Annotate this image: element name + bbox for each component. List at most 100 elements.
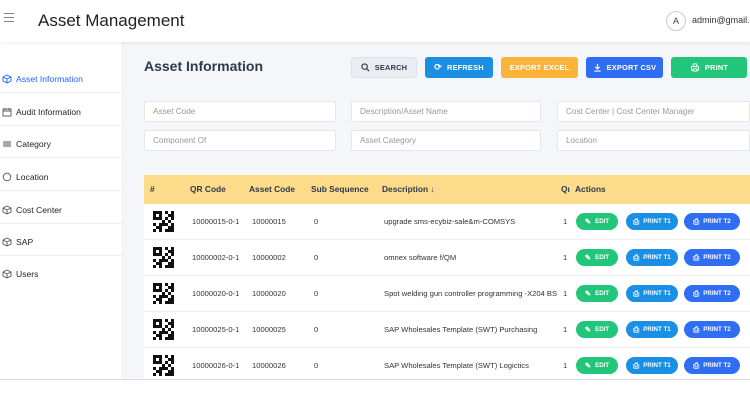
sidebar: Asset Information Audit Information Cate… — [0, 42, 123, 380]
sidebar-item-sap[interactable]: SAP — [0, 230, 123, 254]
sidebar-item-audit-information[interactable]: Audit Information — [0, 100, 123, 124]
printer-icon: ⎙ — [633, 216, 640, 226]
print-t1-button[interactable]: ⎙ PRINT T1 — [626, 285, 678, 302]
main-content: Asset Information SEARCH ⟳ REFRESH EXPOR… — [123, 42, 750, 380]
printer-icon — [690, 63, 699, 72]
column-header-qty[interactable]: Qı — [561, 184, 570, 194]
table-header: # QR Code Asset Code Sub Sequence Descri… — [144, 175, 750, 204]
print-button[interactable]: PRINT — [671, 57, 747, 78]
table-row: 10000020-0-1 10000020 0 Spot welding gun co… — [144, 276, 750, 312]
sidebar-divider — [0, 190, 123, 191]
cell-sub-sequence: 0 — [314, 289, 319, 298]
menu-icon[interactable] — [4, 13, 16, 27]
cube-icon — [2, 74, 12, 84]
column-header-qr-code[interactable]: QR Code — [190, 184, 226, 194]
cell-description: SAP Wholesales Template (SWT) Logictics — [384, 361, 529, 370]
top-bar: Asset Management A admin@gmail.co — [0, 0, 750, 42]
sidebar-item-label: Audit Information — [16, 107, 81, 117]
cell-qr-code: 10000015-0-1 — [192, 217, 240, 226]
print-button-label: PRINT — [704, 63, 729, 72]
cell-qty: 1 — [563, 325, 568, 334]
print-t1-button[interactable]: ⎙ PRINT T1 — [626, 357, 678, 374]
edit-button[interactable]: ✎ EDIT — [576, 321, 618, 338]
cell-qty: 1 — [563, 289, 568, 298]
print-t2-button[interactable]: ⎙ PRINT T2 — [684, 213, 740, 230]
sidebar-item-label: SAP — [16, 237, 34, 247]
sidebar-item-users[interactable]: Users — [0, 262, 123, 286]
cell-asset-code: 10000025 — [252, 325, 286, 334]
export-excel-button[interactable]: EXPORT EXCEL — [501, 57, 578, 78]
column-header-asset-code[interactable]: Asset Code — [249, 184, 295, 194]
sidebar-item-label: Users — [16, 269, 39, 279]
cell-description: omnex software f/QM — [384, 253, 457, 262]
component-of-input[interactable]: Component Of — [144, 130, 336, 151]
cell-sub-sequence: 0 — [314, 361, 319, 370]
cell-qty: 1 — [563, 361, 568, 370]
edit-button[interactable]: ✎ EDIT — [576, 285, 618, 302]
print-t2-button[interactable]: ⎙ PRINT T2 — [684, 321, 740, 338]
avatar[interactable]: A — [666, 11, 686, 31]
edit-button[interactable]: ✎ EDIT — [576, 213, 618, 230]
cell-description: upgrade sms-ecybiz-sale&m-COMSYS — [384, 217, 516, 226]
cell-sub-sequence: 0 — [314, 253, 319, 262]
table-row: 10000002-0-1 10000002 0 omnex software f/QM… — [144, 240, 750, 276]
export-csv-button[interactable]: EXPORT CSV — [586, 57, 663, 78]
column-header-sub-sequence[interactable]: Sub Sequence — [311, 184, 369, 194]
sidebar-divider — [0, 255, 123, 256]
sidebar-item-label: Cost Center — [16, 205, 62, 215]
cell-description: SAP Wholesales Template (SWT) Purchasing — [384, 325, 538, 334]
print-t1-label: PRINT T1 — [643, 326, 671, 333]
asset-code-input[interactable]: Asset Code — [144, 101, 336, 122]
edit-button[interactable]: ✎ EDIT — [576, 249, 618, 266]
cell-qr-code: 10000025-0-1 — [192, 325, 240, 334]
print-t2-button[interactable]: ⎙ PRINT T2 — [684, 285, 740, 302]
print-t1-button[interactable]: ⎙ PRINT T1 — [626, 249, 678, 266]
app-title: Asset Management — [38, 11, 185, 30]
circle-icon — [2, 172, 12, 182]
print-t1-label: PRINT T1 — [643, 290, 671, 297]
description-input[interactable]: Description/Asset Name — [351, 101, 541, 122]
user-email[interactable]: admin@gmail.co — [692, 15, 750, 25]
edit-button[interactable]: ✎ EDIT — [576, 357, 618, 374]
print-t1-label: PRINT T1 — [643, 218, 671, 225]
cell-qty: 1 — [563, 217, 568, 226]
sidebar-item-label: Location — [16, 172, 49, 182]
print-t2-button[interactable]: ⎙ PRINT T2 — [684, 357, 740, 374]
printer-icon: ⎙ — [693, 288, 700, 298]
cell-description: Spot welding gun controller programming … — [384, 289, 558, 298]
cell-asset-code: 10000026 — [252, 361, 286, 370]
sidebar-item-label: Category — [16, 139, 51, 149]
column-header-description[interactable]: Description ↓ — [382, 184, 435, 194]
print-t2-label: PRINT T2 — [703, 218, 731, 225]
table-row: 10000015-0-1 10000015 0 upgrade sms-ecybiz-… — [144, 204, 750, 240]
edit-label: EDIT — [595, 290, 610, 297]
print-t2-button[interactable]: ⎙ PRINT T2 — [684, 249, 740, 266]
column-header-description-label: Description — [382, 184, 429, 194]
print-t1-button[interactable]: ⎙ PRINT T1 — [626, 321, 678, 338]
print-t2-label: PRINT T2 — [703, 362, 731, 369]
window-bottom-border — [0, 379, 750, 380]
sidebar-item-location[interactable]: Location — [0, 165, 123, 189]
cell-asset-code: 10000015 — [252, 217, 286, 226]
sidebar-item-asset-information[interactable]: Asset Information — [0, 67, 123, 91]
refresh-button[interactable]: ⟳ REFRESH — [425, 57, 493, 78]
printer-icon: ⎙ — [693, 252, 700, 262]
qr-code-image — [153, 355, 174, 376]
sidebar-item-category[interactable]: Category — [0, 132, 123, 156]
cost-center-input[interactable]: Cost Center | Cost Center Manager — [557, 101, 750, 122]
printer-icon: ⎙ — [693, 216, 700, 226]
edit-label: EDIT — [595, 254, 610, 261]
search-button[interactable]: SEARCH — [351, 57, 417, 78]
print-t2-label: PRINT T2 — [703, 290, 731, 297]
cell-asset-code: 10000020 — [252, 289, 286, 298]
print-t1-button[interactable]: ⎙ PRINT T1 — [626, 213, 678, 230]
printer-icon: ⎙ — [633, 288, 640, 298]
export-csv-label: EXPORT CSV — [606, 63, 657, 72]
sidebar-item-cost-center[interactable]: Cost Center — [0, 198, 123, 222]
location-input[interactable]: Location — [557, 130, 750, 151]
printer-icon: ⎙ — [633, 360, 640, 370]
qr-code-image — [153, 283, 174, 304]
asset-category-input[interactable]: Asset Category — [351, 130, 541, 151]
cell-qr-code: 10000002-0-1 — [192, 253, 240, 262]
printer-icon: ⎙ — [693, 360, 700, 370]
